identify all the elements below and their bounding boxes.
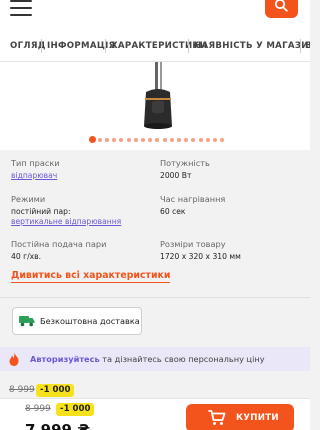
tab-store-availability[interactable]: НАЯВНІСТЬ У МАГАЗИНАХ (194, 41, 310, 51)
all-specs-link[interactable]: Дивитись всі характеристики (11, 270, 171, 283)
delivery-truck-icon (19, 316, 35, 327)
cart-icon (208, 410, 226, 425)
gallery-dot[interactable] (176, 138, 181, 142)
fire-icon (9, 352, 19, 366)
gallery-dot[interactable] (104, 138, 109, 142)
gallery-dot[interactable] (89, 136, 96, 143)
sticky-discount-badge: -1 000 (56, 403, 95, 416)
sticky-old-price: 8 999 (25, 404, 51, 414)
login-link[interactable]: Авторизуйтесь (30, 354, 100, 364)
spec-value-size: 1720 x 320 x 310 мм (160, 252, 241, 261)
gallery-dot[interactable] (155, 138, 160, 142)
spec-label-modes: Режими (11, 194, 46, 204)
tab-characteristics[interactable]: ХАРАКТЕРИСТИКИ (111, 41, 207, 51)
gallery-dot[interactable] (205, 138, 210, 142)
spec-label-iron-type: Тип праски (11, 158, 60, 168)
spec-value-iron-type[interactable]: відпарювач (11, 171, 57, 180)
buy-button-label: КУПИТИ (236, 413, 279, 423)
personal-price-text: Авторизуйтесь та дізнайтесь свою персона… (30, 354, 265, 364)
garment-steamer-image (144, 62, 172, 129)
gallery-dot[interactable] (119, 138, 124, 142)
gallery-dot[interactable] (212, 138, 217, 142)
search-button[interactable] (265, 0, 298, 18)
gallery-dot[interactable] (126, 138, 131, 142)
spec-value-heat-time: 60 сек (160, 207, 186, 216)
gallery-dot[interactable] (140, 138, 145, 142)
hamburger-menu-icon[interactable] (10, 0, 32, 18)
gallery-dot[interactable] (169, 138, 174, 142)
current-price: 7 999 ₴ (25, 421, 91, 430)
spec-value-modes: постійний пар: (11, 207, 71, 216)
spec-value-steam: 40 г/хв. (11, 252, 42, 261)
gallery-dot[interactable] (148, 138, 153, 142)
spec-label-heat-time: Час нагрівання (160, 194, 226, 204)
tab-divider (188, 39, 189, 53)
gallery-dot[interactable] (133, 138, 138, 142)
gallery-dot[interactable] (191, 138, 196, 142)
gallery-dot[interactable] (184, 138, 189, 142)
gallery-dot[interactable] (112, 138, 117, 142)
gallery-dot[interactable] (198, 138, 203, 142)
gallery-dot[interactable] (220, 138, 225, 142)
free-delivery-badge: Безкоштовна доставка (12, 307, 142, 335)
product-tabs: ОГЛЯД ІНФОРМАЦІЯ ХАРАКТЕРИСТИКИ НАЯВНІСТ… (0, 32, 310, 62)
gallery-dot[interactable] (97, 138, 102, 142)
personal-price-banner: Авторизуйтесь та дізнайтесь свою персона… (0, 347, 310, 371)
search-icon (274, 0, 288, 12)
spec-label-steam: Постійна подача пари (11, 239, 107, 249)
spec-label-power: Потужність (160, 158, 210, 168)
personal-price-hint: та дізнайтесь свою персональну ціну (99, 354, 265, 364)
tab-divider (105, 39, 106, 53)
tab-more[interactable]: В (305, 41, 310, 51)
gallery-pagination (0, 136, 310, 144)
top-bar (0, 0, 310, 32)
gallery-dot[interactable] (162, 138, 167, 142)
buy-button[interactable]: КУПИТИ (186, 404, 294, 430)
spec-value-power: 2000 Вт (160, 171, 192, 180)
old-price: 8 999 (9, 385, 35, 395)
tab-divider (41, 39, 42, 53)
free-delivery-label: Безкоштовна доставка (40, 316, 140, 326)
spec-label-size: Розміри товару (160, 239, 226, 249)
tab-divider (300, 39, 301, 53)
divider (0, 297, 310, 298)
spec-link-vertical-steaming[interactable]: вертикальне відпарювання (11, 217, 121, 226)
discount-badge: -1 000 (36, 384, 75, 397)
